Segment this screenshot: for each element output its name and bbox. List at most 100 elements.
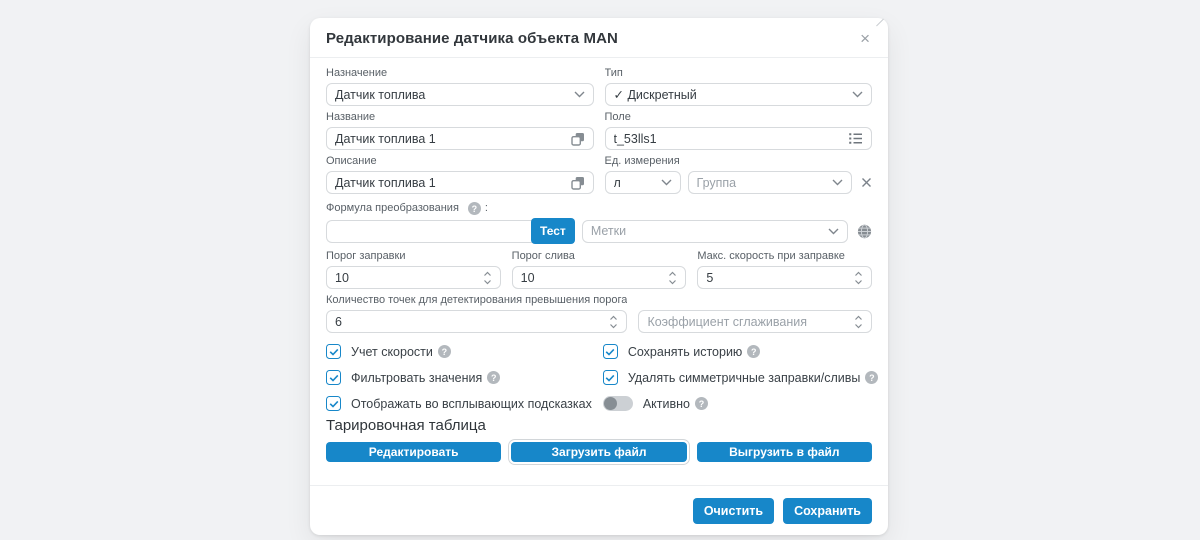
stepper-arrows-icon[interactable] <box>668 271 677 285</box>
checkbox-checked-icon[interactable] <box>326 396 341 411</box>
toggle-label: Активно <box>642 396 690 411</box>
checkbox-history[interactable]: Сохранять историю ? <box>602 344 879 359</box>
save-button[interactable]: Сохранить <box>783 498 872 524</box>
help-icon[interactable]: ? <box>747 345 761 358</box>
points-count-field: Количество точек для детектирования прев… <box>326 294 628 333</box>
description-input[interactable]: Датчик топлива 1 <box>326 171 594 194</box>
formula-label: Формула преобразования <box>326 202 459 214</box>
drain-threshold-value: 10 <box>520 270 535 285</box>
calibration-heading: Тарировочная таблица <box>326 417 486 434</box>
purpose-field: Назначение Датчик топлива <box>326 67 594 106</box>
download-file-button[interactable]: Выгрузить в файл <box>696 442 872 462</box>
formula-label-row: Формула преобразования ? : <box>326 202 872 215</box>
checkbox-label: Учет скорости <box>351 344 433 359</box>
options-grid: Учет скорости ? Сохранять историю ? Филь… <box>326 344 879 411</box>
dialog-header: Редактирование датчика объекта MAN × <box>310 18 888 58</box>
max-fill-speed-value: 5 <box>706 270 714 285</box>
tags-select[interactable]: Метки <box>581 219 848 243</box>
unit-select[interactable]: л <box>604 171 681 194</box>
type-label: Тип <box>604 67 623 79</box>
globe-icon[interactable] <box>857 223 872 239</box>
toggle-knob <box>603 397 617 410</box>
checkbox-label: Фильтровать значения <box>351 370 483 385</box>
chevron-down-icon <box>661 179 672 186</box>
type-value: ✓ Дискретный <box>613 88 697 102</box>
copy-icon[interactable] <box>570 132 585 146</box>
fill-threshold-field: Порог заправки 10 <box>326 250 501 289</box>
checkbox-checked-icon[interactable] <box>602 370 618 385</box>
chevron-down-icon <box>828 228 839 235</box>
test-button[interactable]: Тест <box>531 218 575 244</box>
checkbox-tooltips[interactable]: Отображать во всплывающих подсказках <box>326 396 592 411</box>
field-label: Поле <box>604 111 631 123</box>
points-count-label: Количество точек для детектирования прев… <box>326 294 628 306</box>
drain-threshold-field: Порог слива 10 <box>511 250 687 289</box>
fill-threshold-stepper[interactable]: 10 <box>326 266 501 289</box>
formula-input[interactable] <box>326 219 532 243</box>
max-fill-speed-field: Макс. скорость при заправке 5 <box>697 250 872 289</box>
fill-threshold-value: 10 <box>335 270 349 285</box>
max-fill-speed-label: Макс. скорость при заправке <box>697 250 845 262</box>
edit-sensor-dialog: Редактирование датчика объекта MAN × Наз… <box>310 18 888 535</box>
chevron-down-icon <box>832 179 843 186</box>
clear-group-icon[interactable] <box>861 177 872 188</box>
group-select[interactable]: Группа <box>687 171 852 194</box>
toggle-off-switch[interactable] <box>602 396 633 411</box>
dialog-title: Редактирование датчика объекта MAN <box>326 30 618 47</box>
purpose-label: Назначение <box>326 67 388 79</box>
stepper-arrows-icon[interactable] <box>483 271 492 285</box>
page-background: { "icons": { "help_glyph": "?", "close_g… <box>0 0 1200 540</box>
help-icon[interactable]: ? <box>865 371 879 384</box>
max-fill-speed-stepper[interactable]: 5 <box>697 266 872 289</box>
checkbox-checked-icon[interactable] <box>326 370 341 385</box>
help-icon[interactable]: ? <box>695 397 708 410</box>
dialog-footer: Очистить Сохранить <box>310 485 888 535</box>
stepper-arrows-icon[interactable] <box>609 315 618 329</box>
list-icon[interactable] <box>848 132 863 145</box>
chevron-down-icon <box>574 91 585 98</box>
help-icon[interactable]: ? <box>487 371 501 384</box>
unit-value: л <box>613 175 621 190</box>
checkbox-speed[interactable]: Учет скорости ? <box>326 344 592 359</box>
name-input[interactable]: Датчик топлива 1 <box>326 127 594 150</box>
formula-row: Тест Метки <box>326 218 872 244</box>
stepper-arrows-icon[interactable] <box>854 315 863 329</box>
points-count-value: 6 <box>335 314 342 329</box>
dialog-body: Назначение Датчик топлива Тип ✓ Дискретн… <box>310 58 888 485</box>
checkbox-symmetric[interactable]: Удалять симметричные заправки/сливы ? <box>602 370 879 385</box>
checkbox-filter[interactable]: Фильтровать значения ? <box>326 370 592 385</box>
drain-threshold-stepper[interactable]: 10 <box>511 266 687 289</box>
type-select[interactable]: ✓ Дискретный <box>604 83 872 106</box>
edit-button[interactable]: Редактировать <box>326 442 502 462</box>
field-field: Поле t_53lls1 <box>604 111 872 150</box>
name-value: Датчик топлива 1 <box>335 131 436 146</box>
description-field: Описание Датчик топлива 1 <box>326 155 594 194</box>
purpose-select[interactable]: Датчик топлива <box>326 83 594 106</box>
chevron-down-icon <box>852 91 863 98</box>
clear-button[interactable]: Очистить <box>692 498 775 524</box>
stepper-arrows-icon[interactable] <box>854 271 863 285</box>
smoothing-field: Коэффициент сглаживания <box>638 310 872 333</box>
description-label: Описание <box>326 155 377 167</box>
points-count-stepper[interactable]: 6 <box>326 310 628 333</box>
help-icon[interactable]: ? <box>437 345 451 358</box>
smoothing-stepper[interactable]: Коэффициент сглаживания <box>638 310 872 333</box>
description-value: Датчик топлива 1 <box>335 175 436 190</box>
close-icon[interactable]: × <box>858 30 872 47</box>
checkbox-checked-icon[interactable] <box>602 344 618 359</box>
smoothing-placeholder: Коэффициент сглаживания <box>647 314 808 329</box>
name-label: Название <box>326 111 376 123</box>
fill-threshold-label: Порог заправки <box>326 250 406 262</box>
type-field: Тип ✓ Дискретный <box>604 67 872 106</box>
checkbox-label: Удалять симметричные заправки/сливы <box>627 370 861 385</box>
drain-threshold-label: Порог слива <box>511 250 575 262</box>
unit-label: Ед. измерения <box>604 155 680 167</box>
copy-icon[interactable] <box>570 176 585 190</box>
purpose-value: Датчик топлива <box>335 87 426 102</box>
help-icon[interactable]: ? <box>467 202 481 215</box>
formula-label-suffix: : <box>484 202 488 214</box>
checkbox-checked-icon[interactable] <box>326 344 341 359</box>
field-input[interactable]: t_53lls1 <box>604 127 872 150</box>
upload-file-button[interactable]: Загрузить файл <box>511 442 687 462</box>
tags-placeholder: Метки <box>590 224 627 238</box>
